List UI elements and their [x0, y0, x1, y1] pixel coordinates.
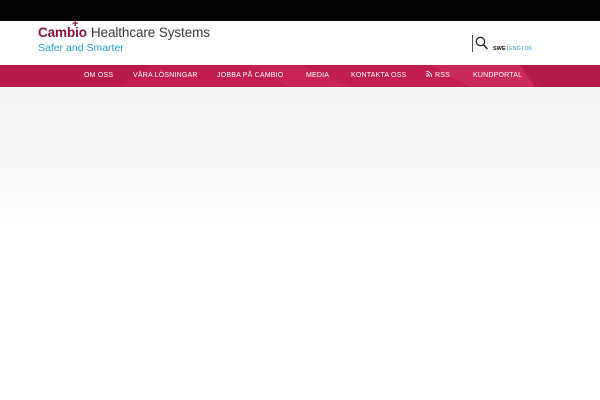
search-icon	[475, 36, 488, 50]
nav-item-jobba-pa-cambio[interactable]: JOBBA PÅ CAMBIO	[217, 65, 283, 87]
nav-item-media[interactable]: MEDIA	[306, 65, 329, 87]
lang-eng[interactable]: ENG	[509, 46, 521, 52]
hero-area	[0, 87, 600, 400]
lang-separator: |	[506, 46, 508, 52]
top-bar	[0, 0, 600, 21]
cambio-logo[interactable]: Cambio + Healthcare Systems Safer and Smar…	[38, 19, 210, 55]
logo-wordmark: Cambio + Healthcare Systems	[38, 19, 210, 41]
nav-item-om-oss[interactable]: OM OSS	[84, 65, 113, 87]
lang-swe[interactable]: SWE	[493, 46, 506, 52]
language-switcher: SWE|ENG|DK	[493, 46, 532, 53]
nav-item-vara-losningar[interactable]: VÅRA LÖSNINGAR	[133, 65, 198, 87]
nav-item-kundportal[interactable]: KUNDPORTAL	[473, 65, 522, 87]
logo-plus-icon: +	[72, 18, 79, 30]
logo-cambio: Cambio	[38, 25, 87, 40]
lang-dk[interactable]: DK	[524, 46, 532, 52]
search-button[interactable]	[472, 35, 488, 52]
main-nav: OM OSS VÅRA LÖSNINGAR JOBBA PÅ CAMBIO ME…	[0, 65, 600, 87]
logo-healthcare-systems: Healthcare Systems	[90, 25, 210, 40]
nav-item-kontakta-oss[interactable]: KONTAKTA OSS	[351, 65, 406, 87]
logo-tagline: Safer and Smarter	[38, 42, 124, 54]
rss-icon	[426, 71, 432, 78]
site-header: Cambio + Healthcare Systems Safer and Smar…	[0, 19, 600, 65]
nav-item-rss[interactable]: RSS	[426, 65, 450, 87]
